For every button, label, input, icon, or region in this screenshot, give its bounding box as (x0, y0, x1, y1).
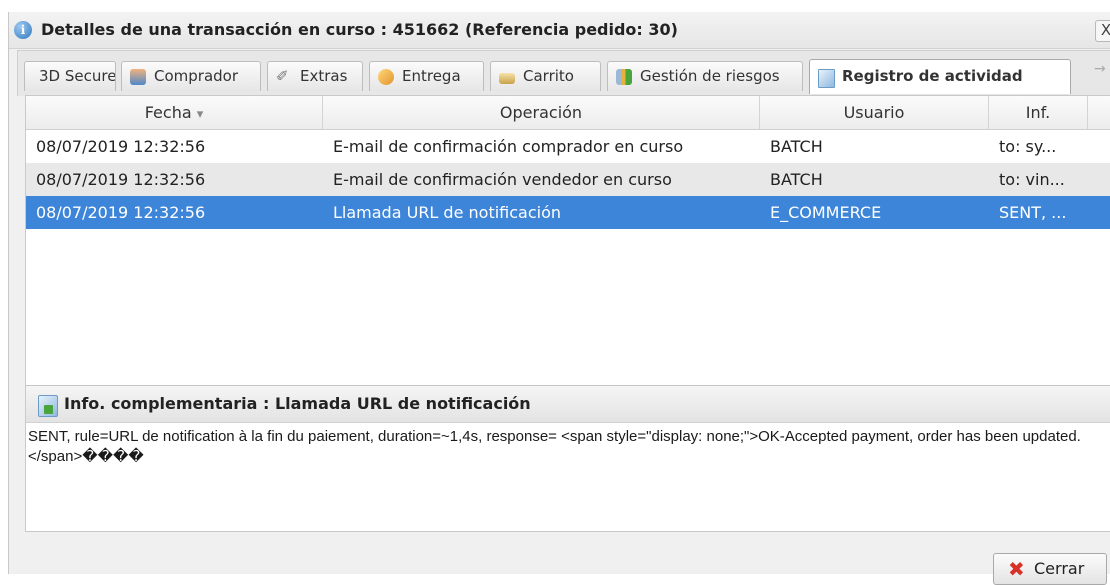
cell-inf: to: sy... (999, 137, 1057, 156)
cell-usuario: BATCH (770, 170, 823, 189)
cell-operacion: Llamada URL de notificación (333, 203, 562, 222)
info-icon: i (14, 21, 32, 39)
tab-gestion-riesgos[interactable]: Gestión de riesgos (607, 61, 803, 91)
cell-usuario: BATCH (770, 137, 823, 156)
table-row-selected[interactable]: 08/07/2019 12:32:56 Llamada URL de notif… (26, 196, 1110, 229)
close-x-icon: ✖ (1008, 557, 1025, 581)
grid-header: Fecha ▾ Operación Usuario Inf. (26, 96, 1110, 130)
window-titlebar: i Detalles de una transacción en curso :… (9, 12, 1110, 49)
package-icon (378, 69, 394, 85)
cell-fecha: 08/07/2019 12:32:56 (36, 137, 206, 156)
column-header-inf[interactable]: Inf. (989, 96, 1088, 129)
window-close-button[interactable]: X (1095, 20, 1110, 42)
window-title: Detalles de una transacción en curso : 4… (41, 20, 678, 39)
table-row[interactable]: 08/07/2019 12:32:56 E-mail de confirmaci… (26, 163, 1110, 196)
tab-comprador[interactable]: Comprador (121, 61, 261, 91)
tab-carrito[interactable]: Carrito (490, 61, 601, 91)
column-header-operacion[interactable]: Operación (323, 96, 760, 129)
cell-fecha: 08/07/2019 12:32:56 (36, 170, 206, 189)
paperclip-icon: ✐ (276, 67, 289, 85)
tab-registro-actividad[interactable]: Registro de actividad (809, 59, 1071, 94)
cart-icon (499, 73, 515, 84)
transaction-details-window: i Detalles de una transacción en curso :… (8, 12, 1110, 585)
close-button[interactable]: ✖ Cerrar (993, 553, 1107, 585)
info-panel: Info. complementaria : Llamada URL de no… (25, 385, 1110, 532)
tab-entrega[interactable]: Entrega (369, 61, 484, 91)
cell-fecha: 08/07/2019 12:32:56 (36, 203, 206, 222)
tab-scroll-right-icon[interactable]: → (1094, 61, 1106, 77)
table-row[interactable]: 08/07/2019 12:32:56 E-mail de confirmaci… (26, 130, 1110, 163)
user-icon (130, 69, 146, 85)
column-header-fecha[interactable]: Fecha ▾ (26, 96, 323, 129)
column-header-usuario[interactable]: Usuario (760, 96, 989, 129)
chart-icon (616, 69, 632, 85)
cell-usuario: E_COMMERCE (770, 203, 882, 222)
cell-inf: SENT, ... (999, 203, 1067, 222)
tab-strip: ← 3D Secure Comprador ✐ Extras Entrega C… (17, 50, 1110, 96)
info-panel-body: SENT, rule=URL de notification à la fin … (28, 428, 1081, 465)
cell-operacion: E-mail de confirmación comprador en curs… (333, 137, 684, 156)
activity-grid: Fecha ▾ Operación Usuario Inf. 08/07/201… (25, 95, 1110, 387)
tab-extras[interactable]: ✐ Extras (267, 61, 363, 91)
cell-inf: to: vin... (999, 170, 1065, 189)
info-document-icon (38, 395, 58, 417)
info-panel-header: Info. complementaria : Llamada URL de no… (26, 385, 1110, 423)
info-panel-title: Info. complementaria : Llamada URL de no… (64, 394, 531, 413)
sort-desc-icon: ▾ (196, 107, 204, 122)
cell-operacion: E-mail de confirmación vendedor en curso (333, 170, 672, 189)
log-icon (818, 69, 835, 88)
tab-3d-secure[interactable]: 3D Secure (24, 61, 116, 91)
